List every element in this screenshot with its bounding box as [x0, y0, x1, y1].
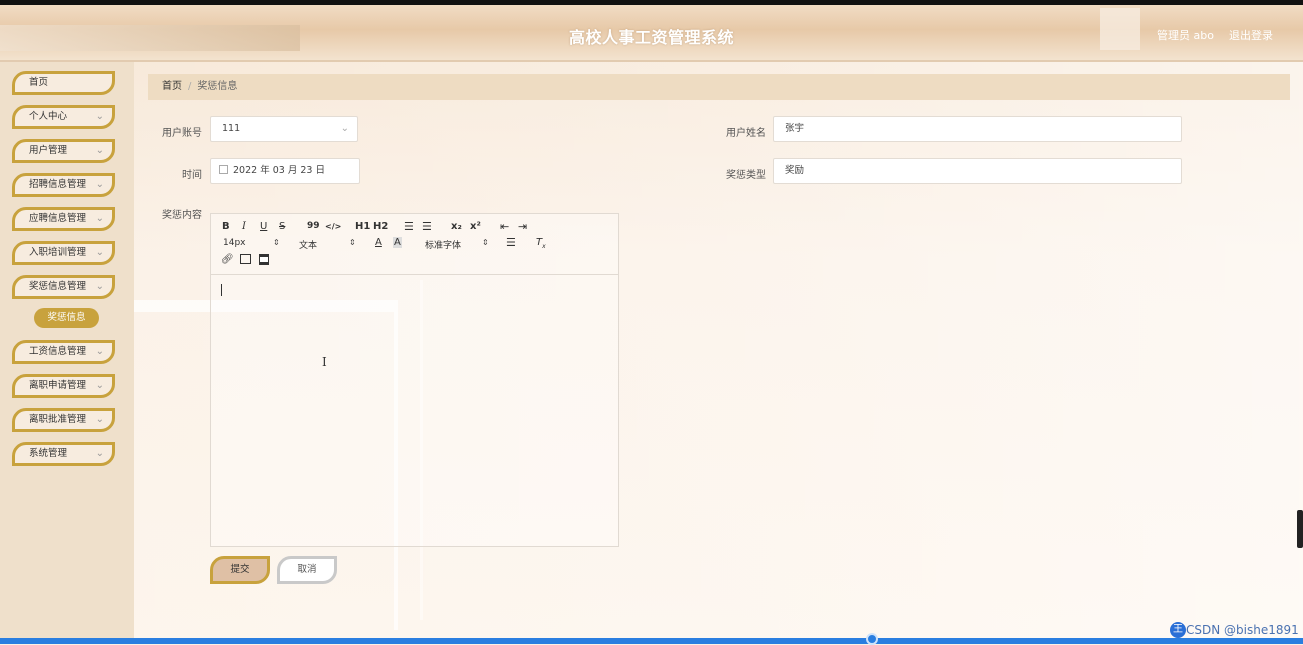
bottom-dot	[866, 633, 878, 645]
bullet-list-icon[interactable]: ☰	[422, 220, 432, 233]
sidebar-item-label: 首页	[29, 77, 49, 88]
superscript-button[interactable]: x²	[470, 221, 481, 232]
strike-button[interactable]: S	[279, 221, 285, 232]
text-type-select[interactable]: 文本 ⇕	[299, 238, 359, 251]
indent-icon[interactable]: ⇥	[518, 220, 527, 233]
sidebar-item-resignation-approve[interactable]: 离职批准管理 ⌄	[12, 408, 115, 432]
user-info: 管理员 abo	[1157, 29, 1214, 42]
breadcrumb: 首页 / 奖惩信息	[148, 74, 1290, 100]
ime-icon[interactable]: 王	[1170, 622, 1186, 638]
editor-toolbar: B I U S 99 </> H1 H2 ☰ ☰ x₂ x² ⇤ ⇥ 14px ⇕…	[211, 214, 618, 275]
chevron-down-icon: ⌄	[95, 179, 104, 190]
text-type-value: 文本	[299, 241, 318, 251]
sidebar-subitem-rewards-info[interactable]: 奖惩信息	[34, 308, 99, 328]
sidebar-item-label: 离职批准管理	[29, 414, 87, 425]
h1-button[interactable]: H1	[355, 221, 370, 232]
font-select[interactable]: 标准字体 ⇕	[425, 238, 495, 251]
chevron-down-icon: ⌄	[95, 380, 104, 391]
content-label: 奖惩内容	[162, 210, 202, 221]
account-value: 111	[222, 123, 241, 134]
name-label: 用户姓名	[726, 128, 766, 139]
header: 高校人事工资管理系统 管理员 abo 退出登录	[0, 5, 1303, 62]
chevron-down-icon: ⌄	[95, 346, 104, 357]
updown-icon: ⇕	[349, 238, 356, 247]
image-icon[interactable]	[240, 254, 251, 264]
updown-icon: ⇕	[482, 238, 489, 247]
text-caret	[221, 284, 222, 296]
calendar-icon	[219, 165, 228, 174]
link-icon[interactable]: 🔗︎	[221, 254, 234, 265]
text-cursor-icon: I	[322, 355, 327, 369]
bold-button[interactable]: B	[222, 221, 230, 232]
account-label: 用户账号	[162, 128, 202, 139]
date-picker[interactable]: 2022 年 03 月 23 日	[210, 158, 360, 184]
font-value: 标准字体	[425, 241, 462, 251]
scrollbar[interactable]	[1297, 510, 1303, 548]
ordered-list-icon[interactable]: ☰	[404, 220, 414, 233]
sidebar-item-label: 离职申请管理	[29, 380, 87, 391]
sidebar-item-resignation-apply[interactable]: 离职申请管理 ⌄	[12, 374, 115, 398]
breadcrumb-current: 奖惩信息	[197, 81, 238, 92]
code-button[interactable]: </>	[325, 222, 341, 231]
sidebar-item-label: 奖惩信息管理	[29, 281, 87, 292]
chevron-down-icon: ⌄	[340, 123, 349, 134]
sidebar-item-label: 招聘信息管理	[29, 179, 87, 190]
sidebar: 首页 个人中心 ⌄ 用户管理 ⌄ 招聘信息管理 ⌄ 应聘信息管理 ⌄ 入职培训管理 ⌄ 奖…	[0, 62, 134, 644]
chevron-down-icon: ⌄	[95, 247, 104, 258]
chevron-down-icon: ⌄	[95, 281, 104, 292]
sidebar-item-recruitment[interactable]: 招聘信息管理 ⌄	[12, 173, 115, 197]
align-icon[interactable]: ☰	[506, 236, 516, 249]
italic-button[interactable]: I	[242, 221, 246, 232]
bottom-bar	[0, 638, 1303, 644]
sidebar-item-system[interactable]: 系统管理 ⌄	[12, 442, 115, 466]
sidebar-item-rewards[interactable]: 奖惩信息管理 ⌄	[12, 275, 115, 299]
chevron-down-icon: ⌄	[95, 213, 104, 224]
cancel-button[interactable]: 取消	[277, 556, 337, 584]
type-label: 奖惩类型	[726, 170, 766, 181]
sidebar-item-personal-center[interactable]: 个人中心 ⌄	[12, 105, 115, 129]
quote-button[interactable]: 99	[307, 221, 320, 231]
logout-link[interactable]: 退出登录	[1229, 27, 1273, 43]
sidebar-item-label: 用户管理	[29, 145, 68, 156]
sidebar-item-label: 个人中心	[29, 111, 68, 122]
chevron-down-icon: ⌄	[95, 414, 104, 425]
updown-icon: ⇕	[273, 238, 280, 247]
time-label: 时间	[182, 170, 202, 181]
watermark: CSDN @bishe1891	[1186, 623, 1299, 637]
account-select[interactable]: 111 ⌄	[210, 116, 358, 142]
video-icon[interactable]	[259, 254, 269, 265]
sidebar-item-salary[interactable]: 工资信息管理 ⌄	[12, 340, 115, 364]
chevron-down-icon: ⌄	[95, 111, 104, 122]
clear-format-icon[interactable]: Tx	[536, 237, 546, 250]
h2-button[interactable]: H2	[373, 221, 388, 232]
size-value: 14px	[223, 238, 246, 248]
sidebar-item-applications[interactable]: 应聘信息管理 ⌄	[12, 207, 115, 231]
sidebar-item-label: 应聘信息管理	[29, 213, 87, 224]
subscript-button[interactable]: x₂	[451, 221, 462, 232]
type-field[interactable]: 奖励	[773, 158, 1182, 184]
name-field[interactable]: 张宇	[773, 116, 1182, 142]
font-color-button[interactable]: A	[375, 237, 382, 248]
outdent-icon[interactable]: ⇤	[500, 220, 509, 233]
underline-button[interactable]: U	[260, 221, 267, 232]
sidebar-item-label: 入职培训管理	[29, 247, 87, 258]
submit-button[interactable]: 提交	[210, 556, 270, 584]
app-title: 高校人事工资管理系统	[568, 28, 734, 47]
breadcrumb-separator: /	[188, 81, 192, 92]
chevron-down-icon: ⌄	[95, 145, 104, 156]
sidebar-item-home[interactable]: 首页	[12, 71, 115, 95]
chevron-down-icon: ⌄	[95, 448, 104, 459]
sidebar-item-label: 工资信息管理	[29, 346, 87, 357]
rich-text-editor[interactable]: B I U S 99 </> H1 H2 ☰ ☰ x₂ x² ⇤ ⇥ 14px ⇕…	[210, 213, 619, 547]
breadcrumb-home[interactable]: 首页	[162, 81, 182, 92]
sidebar-item-onboarding[interactable]: 入职培训管理 ⌄	[12, 241, 115, 265]
background-color-icon[interactable]: A	[393, 237, 402, 248]
sidebar-item-user-management[interactable]: 用户管理 ⌄	[12, 139, 115, 163]
size-select[interactable]: 14px ⇕	[223, 238, 283, 248]
date-value: 2022 年 03 月 23 日	[233, 165, 325, 176]
sidebar-item-label: 系统管理	[29, 448, 68, 459]
